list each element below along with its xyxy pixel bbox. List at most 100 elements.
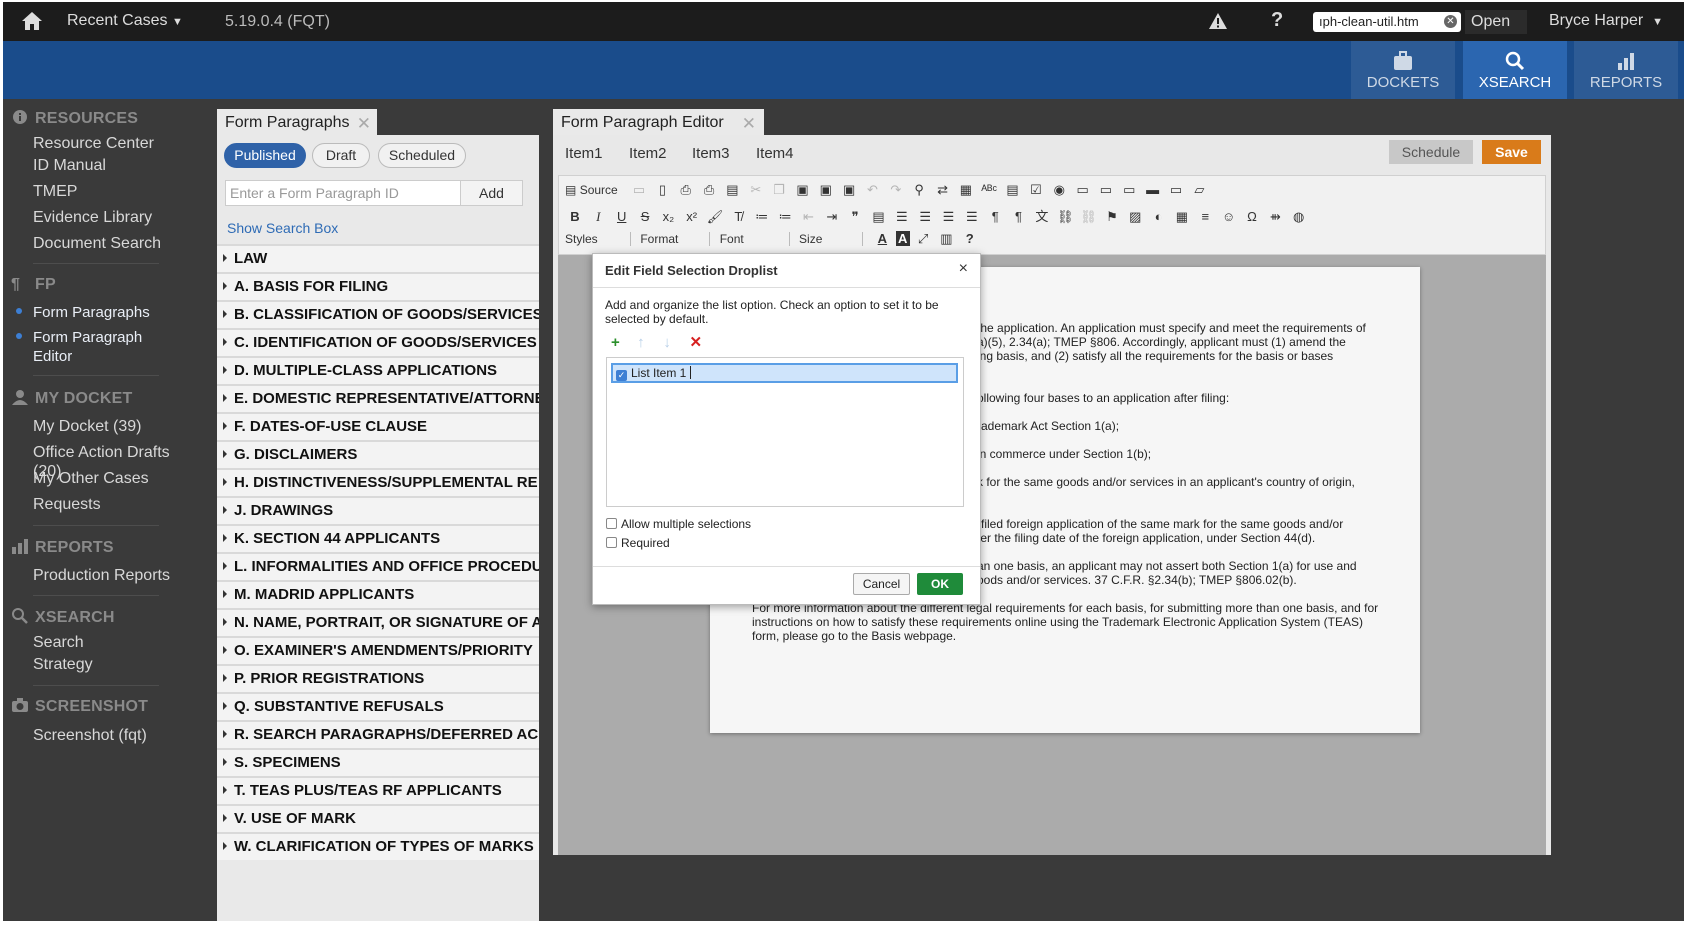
sidebar-item-evidence-library[interactable]: Evidence Library — [33, 208, 152, 227]
sidebar-item-screenshot[interactable]: Screenshot (fqt) — [33, 726, 147, 745]
open-button[interactable]: Open — [1465, 10, 1527, 34]
rtl-icon[interactable]: ¶ — [1009, 209, 1029, 224]
show-blocks-icon[interactable]: ▥ — [936, 231, 956, 247]
list-item[interactable]: R. SEARCH PARAGRAPHS/DEFERRED AC — [217, 720, 539, 748]
add-button[interactable]: Add — [460, 180, 523, 206]
iframe-icon[interactable]: ◍ — [1289, 209, 1309, 225]
sidebar-item-my-docket[interactable]: My Docket (39) — [33, 417, 141, 436]
outdent-icon[interactable]: ⇤ — [798, 209, 818, 225]
blockquote-icon[interactable]: ❞ — [845, 209, 865, 225]
subscript-icon[interactable]: x₂ — [658, 209, 678, 224]
close-icon[interactable]: ✕ — [742, 114, 756, 134]
select-all-icon[interactable]: ▦ — [956, 182, 976, 198]
open-file-input[interactable]: ıph-clean-util.htm ✕ — [1313, 12, 1461, 32]
menu-item-3[interactable]: Item3 — [692, 145, 730, 162]
allow-multiple-checkbox[interactable]: Allow multiple selections — [606, 517, 751, 531]
sidebar-item-my-other-cases[interactable]: My Other Cases — [33, 469, 149, 488]
list-item[interactable]: V. USE OF MARK — [217, 804, 539, 832]
save-doc-icon[interactable]: ▭ — [629, 182, 649, 198]
sidebar-item-document-search[interactable]: Document Search — [33, 234, 161, 253]
sidebar-item-form-paragraph-editor[interactable]: Form Paragraph Editor — [33, 328, 142, 366]
list-item[interactable]: T. TEAS PLUS/TEAS RF APPLICANTS — [217, 776, 539, 804]
help-icon[interactable]: ? — [960, 231, 980, 246]
replace-icon[interactable]: ⇄ — [933, 182, 953, 198]
list-item[interactable]: ✓ List Item 1 — [611, 363, 958, 383]
form-paragraph-id-input[interactable]: Enter a Form Paragraph ID — [225, 180, 461, 206]
italic-icon[interactable]: I — [588, 209, 608, 225]
page-break-icon[interactable]: ⇻ — [1265, 209, 1285, 225]
list-item[interactable]: Q. SUBSTANTIVE REFUSALS — [217, 692, 539, 720]
sidebar-item-form-paragraphs[interactable]: Form Paragraphs — [33, 303, 150, 322]
div-container-icon[interactable]: ▤ — [868, 209, 888, 225]
align-right-icon[interactable]: ☰ — [939, 209, 959, 225]
radio-icon[interactable]: ◉ — [1049, 182, 1069, 198]
list-item[interactable]: LAW — [217, 244, 539, 272]
show-search-box-link[interactable]: Show Search Box — [227, 220, 338, 236]
flash-icon[interactable]: ◐ — [1149, 209, 1169, 224]
menu-item-1[interactable]: Item1 — [565, 145, 603, 162]
remove-format-icon[interactable]: T̸ — [728, 209, 748, 224]
menu-item-4[interactable]: Item4 — [756, 145, 794, 162]
list-item[interactable]: S. SPECIMENS — [217, 748, 539, 776]
warning-icon[interactable] — [1208, 12, 1228, 30]
list-item[interactable]: G. DISCLAIMERS — [217, 440, 539, 468]
cut-icon[interactable]: ✂ — [746, 182, 766, 198]
list-item[interactable]: P. PRIOR REGISTRATIONS — [217, 664, 539, 692]
list-item[interactable]: W. CLARIFICATION OF TYPES OF MARKS — [217, 832, 539, 860]
spellcheck-icon[interactable]: ᴬᴮᶜ — [979, 182, 999, 197]
reports-button[interactable]: REPORTS — [1574, 41, 1678, 99]
language-icon[interactable]: 文 — [1032, 206, 1052, 225]
underline-icon[interactable]: U — [612, 209, 632, 224]
list-item[interactable]: A. BASIS FOR FILING — [217, 272, 539, 300]
sidebar-item-resource-center[interactable]: Resource Center — [33, 134, 154, 153]
list-item[interactable]: F. DATES-OF-USE CLAUSE — [217, 412, 539, 440]
bold-icon[interactable]: B — [565, 209, 585, 224]
recent-cases-menu[interactable]: Recent Cases ▼ — [67, 12, 183, 30]
redo-icon[interactable]: ↷ — [886, 182, 906, 198]
align-left-icon[interactable]: ☰ — [892, 209, 912, 225]
size-dropdown[interactable]: Size — [799, 232, 864, 246]
find-icon[interactable]: ⚲ — [909, 182, 929, 198]
bulleted-list-icon[interactable]: ≔ — [775, 209, 795, 225]
sidebar-item-requests[interactable]: Requests — [33, 495, 101, 514]
list-item[interactable]: L. INFORMALITIES AND OFFICE PROCEDU — [217, 552, 539, 580]
justify-icon[interactable]: ☰ — [962, 209, 982, 225]
tab-form-paragraph-editor[interactable]: Form Paragraph Editor ✕ — [553, 109, 764, 135]
image-icon[interactable]: ▨ — [1125, 209, 1145, 225]
sidebar-item-production-reports[interactable]: Production Reports — [33, 566, 170, 585]
form-icon[interactable]: ▤ — [1003, 182, 1023, 198]
close-icon[interactable]: ✕ — [357, 114, 371, 134]
paste-text-icon[interactable]: ▣ — [816, 182, 836, 198]
list-item[interactable]: M. MADRID APPLICANTS — [217, 580, 539, 608]
styles-dropdown[interactable]: Styles — [565, 232, 631, 246]
arrow-up-icon[interactable]: ↑ — [637, 334, 659, 351]
filter-published[interactable]: Published — [224, 143, 306, 168]
list-item[interactable]: K. SECTION 44 APPLICANTS — [217, 524, 539, 552]
numbered-list-icon[interactable]: ≔ — [752, 209, 772, 225]
source-button[interactable]: ▤ Source — [565, 183, 618, 197]
ltr-icon[interactable]: ¶ — [985, 209, 1005, 224]
sidebar-item-search[interactable]: Search — [33, 633, 84, 652]
copy-format-icon[interactable]: 🖌 — [705, 209, 725, 225]
xsearch-button[interactable]: XSEARCH — [1463, 41, 1567, 99]
image-button-icon[interactable]: ▭ — [1166, 182, 1186, 198]
clear-input-icon[interactable]: ✕ — [1444, 15, 1457, 28]
tab-form-paragraphs[interactable]: Form Paragraphs ✕ — [217, 109, 377, 135]
save-button[interactable]: Save — [1482, 140, 1541, 164]
list-item[interactable]: D. MULTIPLE-CLASS APPLICATIONS — [217, 356, 539, 384]
templates-icon[interactable]: ▤ — [722, 182, 742, 198]
required-checkbox[interactable]: Required — [606, 536, 670, 550]
undo-icon[interactable]: ↶ — [863, 182, 883, 198]
table-icon[interactable]: ▦ — [1172, 209, 1192, 225]
textarea-icon[interactable]: ▭ — [1096, 182, 1116, 198]
list-item[interactable]: E. DOMESTIC REPRESENTATIVE/ATTORNEY — [217, 384, 539, 412]
list-item[interactable]: O. EXAMINER'S AMENDMENTS/PRIORITY — [217, 636, 539, 664]
unlink-icon[interactable]: ⛓ — [1079, 209, 1099, 225]
font-dropdown[interactable]: Font — [720, 232, 790, 246]
new-page-icon[interactable]: ▯ — [652, 182, 672, 198]
filter-scheduled[interactable]: Scheduled — [378, 143, 466, 168]
copy-icon[interactable]: ❐ — [769, 182, 789, 198]
anchor-flag-icon[interactable]: ⚑ — [1102, 209, 1122, 225]
print-icon[interactable]: ⎙ — [699, 182, 719, 198]
arrow-down-icon[interactable]: ↓ — [663, 334, 685, 351]
